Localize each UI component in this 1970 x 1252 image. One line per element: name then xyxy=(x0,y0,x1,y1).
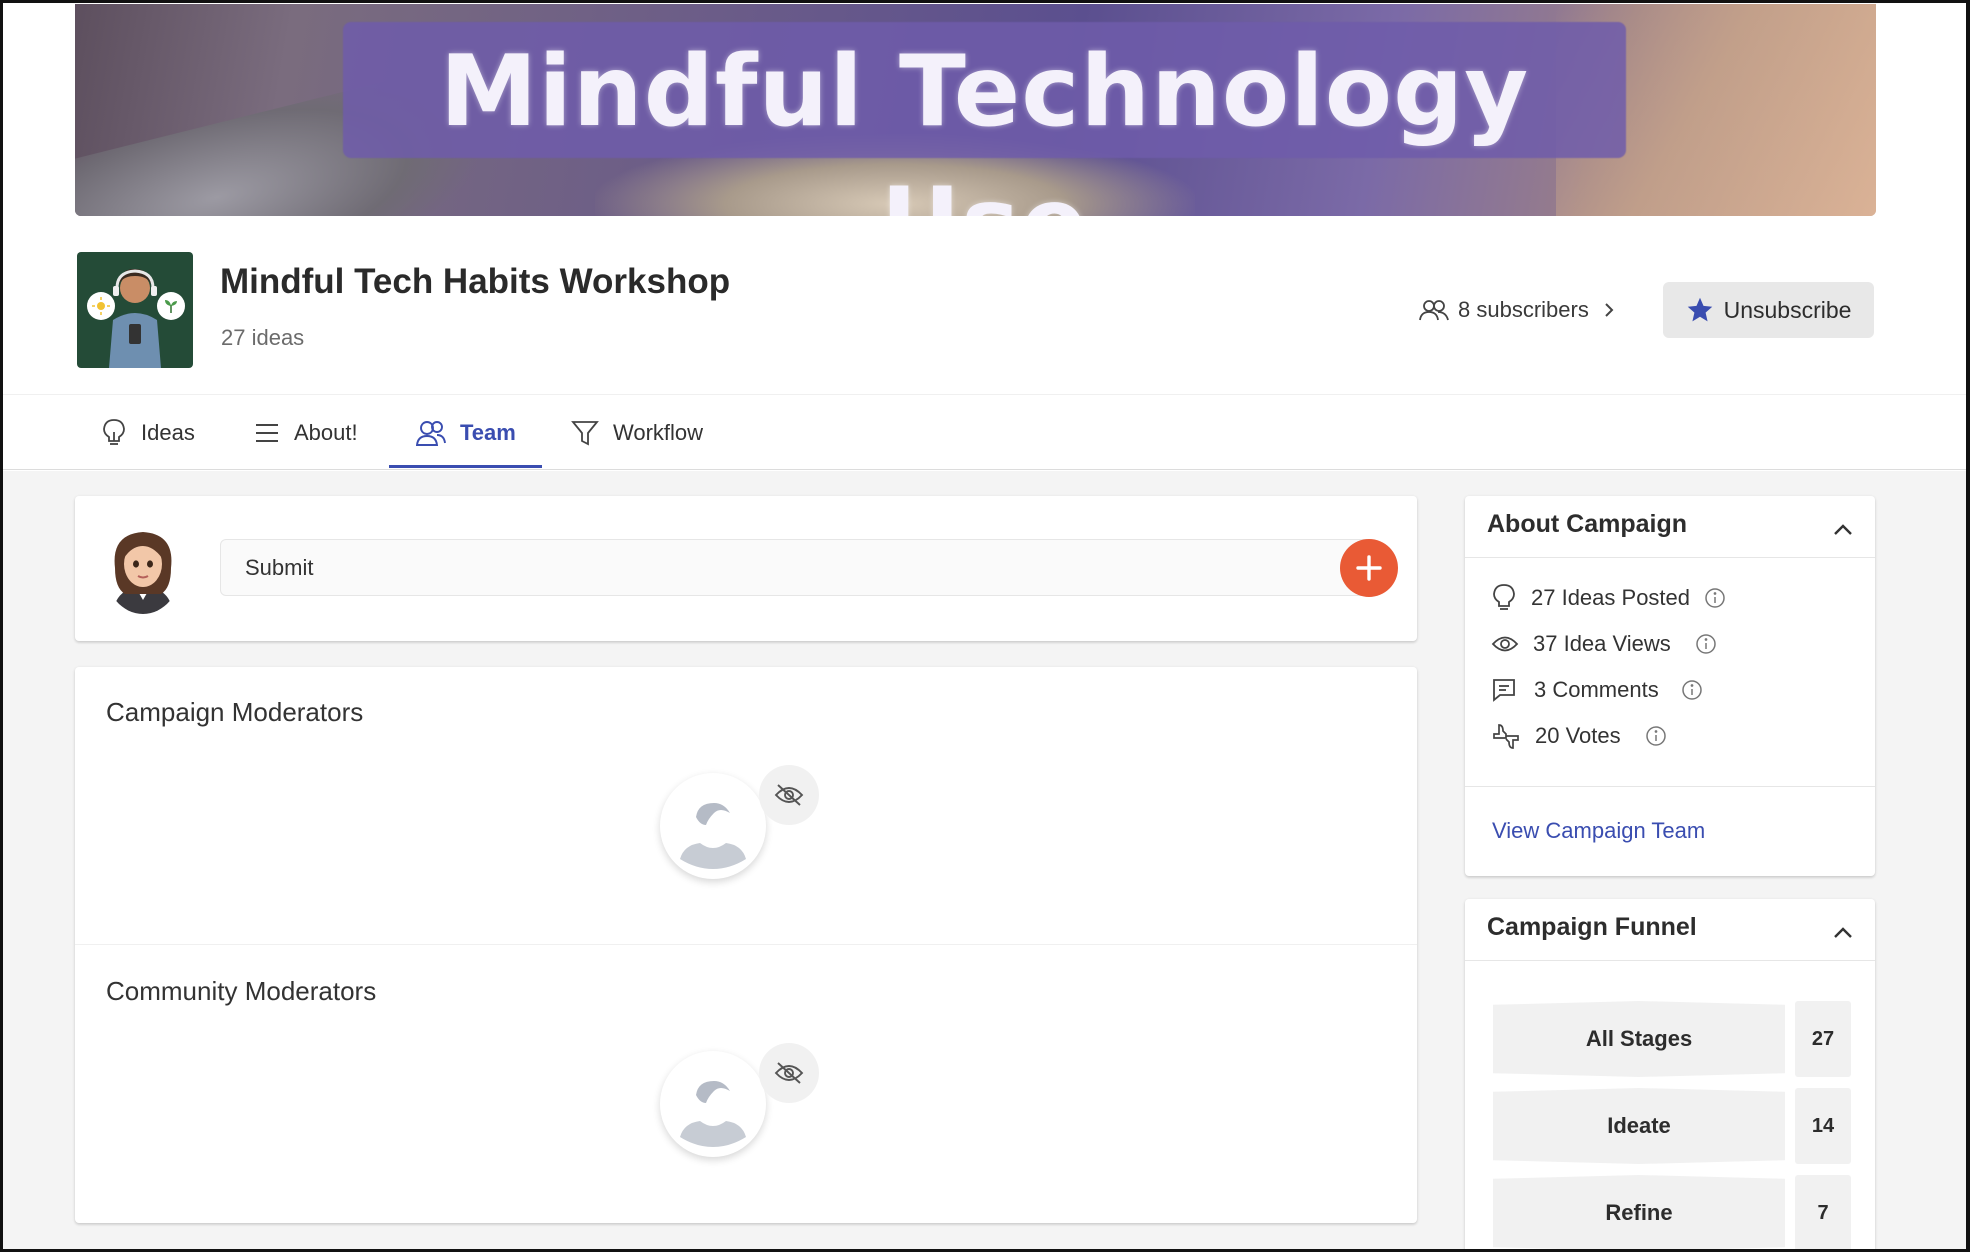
tab-ideas[interactable]: Ideas xyxy=(101,395,195,471)
users-icon xyxy=(1418,298,1450,322)
hidden-eye-icon xyxy=(759,1043,819,1103)
funnel-stage[interactable]: Ideate xyxy=(1493,1088,1785,1164)
unsubscribe-label: Unsubscribe xyxy=(1723,296,1852,323)
campaign-banner: Mindful Technology Use xyxy=(75,4,1876,216)
funnel-stage-label: All Stages xyxy=(1585,1026,1693,1051)
lightbulb-icon xyxy=(1491,583,1517,613)
tab-ideas-label: Ideas xyxy=(141,420,195,445)
view-campaign-team-link[interactable]: View Campaign Team xyxy=(1492,818,1705,844)
tab-bar: Ideas About! Team Workflow xyxy=(3,394,1966,470)
campaign-thumbnail xyxy=(77,252,193,368)
about-campaign-title: About Campaign xyxy=(1487,510,1687,538)
submit-input[interactable]: Submit xyxy=(220,539,1375,596)
banner-title: Mindful Technology Use xyxy=(439,35,1530,216)
team-card: Campaign Moderators Community Moderators xyxy=(75,667,1417,1223)
chevron-up-icon[interactable] xyxy=(1831,921,1855,945)
about-campaign-panel: About Campaign 27 Ideas Posted 37 Idea V… xyxy=(1465,496,1875,876)
funnel-stage-label: Refine xyxy=(1605,1200,1673,1225)
stat-label: 37 Idea Views xyxy=(1533,631,1671,656)
subscribers-count: 8 subscribers xyxy=(1458,297,1589,322)
idea-count: 27 ideas xyxy=(221,325,305,350)
tab-team-label: Team xyxy=(460,420,516,445)
sun-icon xyxy=(87,292,115,320)
stat-idea-views: 37 Idea Views xyxy=(1491,627,1717,661)
moderator-avatar[interactable] xyxy=(660,1051,766,1157)
stat-votes: 20 Votes xyxy=(1491,719,1667,753)
panel-divider xyxy=(1465,960,1875,961)
info-icon[interactable] xyxy=(1681,679,1703,701)
panel-divider xyxy=(1465,557,1875,558)
stat-label: 27 Ideas Posted xyxy=(1531,585,1691,610)
panel-divider xyxy=(1465,786,1875,787)
plant-icon xyxy=(157,292,185,320)
comment-icon xyxy=(1491,677,1517,703)
funnel-stage-count: 27 xyxy=(1795,1001,1851,1077)
funnel-stage-count: 7 xyxy=(1795,1175,1851,1251)
chevron-up-icon[interactable] xyxy=(1831,518,1855,542)
tab-about-label: About! xyxy=(294,420,358,445)
eye-icon xyxy=(1491,634,1519,654)
moderator-avatar[interactable] xyxy=(660,773,766,879)
stat-label: 3 Comments xyxy=(1534,677,1659,702)
info-icon[interactable] xyxy=(1645,725,1667,747)
stat-comments: 3 Comments xyxy=(1491,673,1703,707)
tab-workflow[interactable]: Workflow xyxy=(571,395,703,471)
info-icon[interactable] xyxy=(1695,633,1717,655)
tab-team[interactable]: Team xyxy=(416,395,516,471)
funnel-stage[interactable]: Refine xyxy=(1493,1175,1785,1251)
campaign-moderators-heading: Campaign Moderators xyxy=(106,697,364,727)
list-icon xyxy=(254,421,280,445)
star-icon xyxy=(1686,296,1714,324)
avatar xyxy=(105,524,181,614)
users-icon xyxy=(416,419,446,447)
stat-ideas-posted: 27 Ideas Posted xyxy=(1491,581,1726,615)
add-idea-button[interactable] xyxy=(1340,539,1398,597)
plus-icon xyxy=(1354,553,1384,583)
thumbs-icon xyxy=(1491,722,1521,750)
tab-workflow-label: Workflow xyxy=(613,420,704,445)
campaign-funnel-panel: Campaign Funnel All Stages 27 Ideate 14 … xyxy=(1465,899,1875,1252)
subscribers-link[interactable]: 8 subscribers xyxy=(1418,293,1615,327)
tab-about[interactable]: About! xyxy=(254,395,358,471)
chevron-right-icon xyxy=(1603,302,1615,318)
section-divider xyxy=(75,944,1417,945)
submit-card: Submit xyxy=(75,496,1417,641)
funnel-stage-count: 14 xyxy=(1795,1088,1851,1164)
funnel-icon xyxy=(571,419,599,447)
info-icon[interactable] xyxy=(1704,587,1726,609)
page-title: Mindful Tech Habits Workshop xyxy=(220,262,731,301)
hidden-eye-icon xyxy=(759,765,819,825)
unsubscribe-button[interactable]: Unsubscribe xyxy=(1663,282,1874,338)
campaign-funnel-title: Campaign Funnel xyxy=(1487,913,1697,941)
community-moderators-heading: Community Moderators xyxy=(106,976,377,1006)
funnel-stage[interactable]: All Stages xyxy=(1493,1001,1785,1077)
active-tab-indicator xyxy=(389,465,542,468)
lightbulb-icon xyxy=(101,418,127,448)
funnel-stage-label: Ideate xyxy=(1607,1113,1671,1138)
stat-label: 20 Votes xyxy=(1535,723,1621,748)
